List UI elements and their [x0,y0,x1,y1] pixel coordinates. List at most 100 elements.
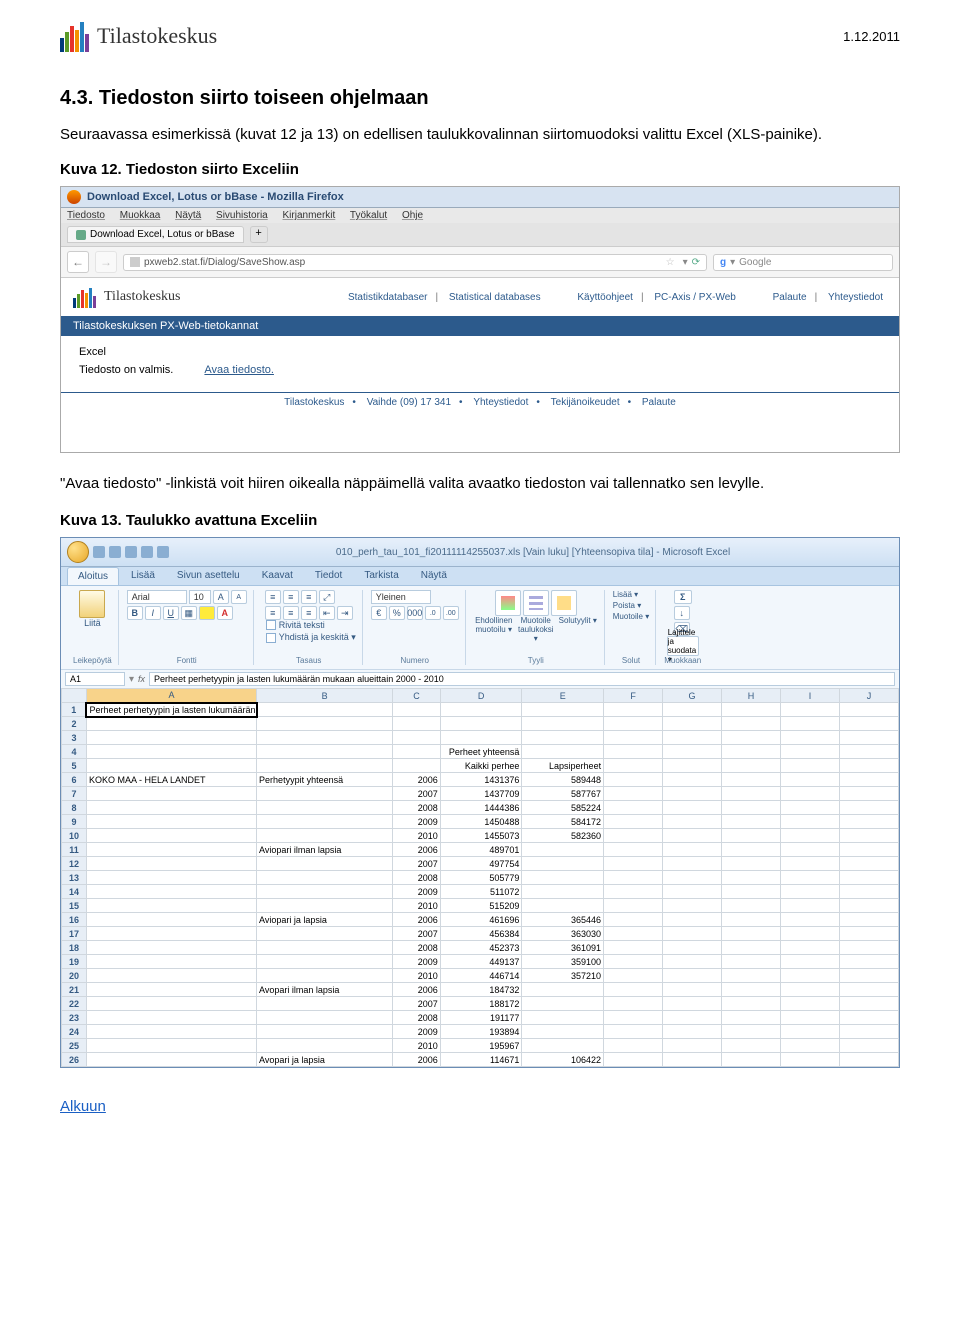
cell-C14[interactable]: 2009 [393,885,441,899]
underline-button[interactable]: U [163,606,179,620]
cell-G6[interactable] [663,773,722,787]
font-size-select[interactable]: 10 [189,590,211,604]
cell-G15[interactable] [663,899,722,913]
cell-E12[interactable] [522,857,604,871]
cell-H26[interactable] [722,1053,781,1067]
fx-icon[interactable]: fx [138,674,145,684]
row-header-4[interactable]: 4 [62,745,87,759]
cell-G2[interactable] [663,717,722,731]
toplink-5[interactable]: Yhteystiedot [828,292,883,303]
row-header-24[interactable]: 24 [62,1025,87,1039]
cell-B14[interactable] [257,885,393,899]
cell-J21[interactable] [839,983,898,997]
tab-review[interactable]: Tarkista [354,567,408,585]
cell-C10[interactable]: 2010 [393,829,441,843]
wrap-text-button[interactable]: Rivitä teksti [266,620,356,630]
currency-button[interactable]: € [371,606,387,620]
cell-E22[interactable] [522,997,604,1011]
alkuun-link[interactable]: Alkuun [60,1098,106,1115]
name-box[interactable]: A1 [65,672,125,686]
cell-C17[interactable]: 2007 [393,927,441,941]
dropdown-icon[interactable]: ▾ [683,257,688,268]
cell-D12[interactable]: 497754 [440,857,522,871]
cell-G23[interactable] [663,1011,722,1025]
cell-H2[interactable] [722,717,781,731]
back-button[interactable]: ← [67,251,89,273]
cell-A19[interactable] [86,955,256,969]
cell-J16[interactable] [839,913,898,927]
row-header-11[interactable]: 11 [62,843,87,857]
cell-H9[interactable] [722,815,781,829]
worksheet[interactable]: ABCDEFGHIJ1Perheet perhetyypin ja lasten… [61,688,899,1067]
col-header-G[interactable]: G [663,689,722,703]
browser-tab[interactable]: Download Excel, Lotus or bBase [67,226,244,243]
cell-J25[interactable] [839,1039,898,1053]
cell-B1[interactable] [257,703,393,717]
cell-F4[interactable] [604,745,663,759]
cell-D20[interactable]: 446714 [440,969,522,983]
cell-E14[interactable] [522,885,604,899]
cell-H16[interactable] [722,913,781,927]
cell-C25[interactable]: 2010 [393,1039,441,1053]
cell-C4[interactable] [393,745,441,759]
cell-B16[interactable]: Aviopari ja lapsia [257,913,393,927]
cell-E17[interactable]: 363030 [522,927,604,941]
cell-B3[interactable] [257,731,393,745]
cell-I21[interactable] [780,983,839,997]
cell-G5[interactable] [663,759,722,773]
align-right-icon[interactable]: ≡ [301,606,317,620]
cell-A1[interactable]: Perheet perhetyypin ja lasten lukumäärän… [86,703,256,717]
cell-I26[interactable] [780,1053,839,1067]
cell-A23[interactable] [86,1011,256,1025]
cell-G4[interactable] [663,745,722,759]
row-header-8[interactable]: 8 [62,801,87,815]
search-dropdown-icon[interactable]: ▾ [730,257,735,268]
format-button[interactable]: Muotoile ▾ [613,612,649,621]
cell-A15[interactable] [86,899,256,913]
cell-E7[interactable]: 587767 [522,787,604,801]
cell-A20[interactable] [86,969,256,983]
cell-E1[interactable] [522,703,604,717]
cell-F7[interactable] [604,787,663,801]
cell-J10[interactable] [839,829,898,843]
cell-F10[interactable] [604,829,663,843]
cell-A8[interactable] [86,801,256,815]
cell-D5[interactable]: Kaikki perhee [440,759,522,773]
cell-J18[interactable] [839,941,898,955]
cell-B17[interactable] [257,927,393,941]
cell-E16[interactable]: 365446 [522,913,604,927]
cell-J1[interactable] [839,703,898,717]
cell-B20[interactable] [257,969,393,983]
col-header-A[interactable]: A [86,689,256,703]
cell-I14[interactable] [780,885,839,899]
row-header-18[interactable]: 18 [62,941,87,955]
cell-A7[interactable] [86,787,256,801]
cell-H25[interactable] [722,1039,781,1053]
tab-pagelayout[interactable]: Sivun asettelu [167,567,250,585]
cell-I24[interactable] [780,1025,839,1039]
cell-G21[interactable] [663,983,722,997]
cell-A18[interactable] [86,941,256,955]
cell-H13[interactable] [722,871,781,885]
cell-D9[interactable]: 1450488 [440,815,522,829]
cell-F26[interactable] [604,1053,663,1067]
cell-D13[interactable]: 505779 [440,871,522,885]
qat-redo-icon[interactable] [125,546,137,558]
cell-I23[interactable] [780,1011,839,1025]
border-button[interactable]: ▦ [181,606,197,620]
cell-I16[interactable] [780,913,839,927]
bookmark-star-icon[interactable]: ☆ [666,257,675,268]
dec-decimal-button[interactable]: .00 [443,606,459,620]
cell-G16[interactable] [663,913,722,927]
cell-D8[interactable]: 1444386 [440,801,522,815]
cell-I10[interactable] [780,829,839,843]
cell-C11[interactable]: 2006 [393,843,441,857]
cell-F12[interactable] [604,857,663,871]
cell-F14[interactable] [604,885,663,899]
cell-I5[interactable] [780,759,839,773]
cell-A24[interactable] [86,1025,256,1039]
cell-G14[interactable] [663,885,722,899]
cell-G11[interactable] [663,843,722,857]
insert-button[interactable]: Lisää ▾ [613,590,638,599]
cell-B12[interactable] [257,857,393,871]
